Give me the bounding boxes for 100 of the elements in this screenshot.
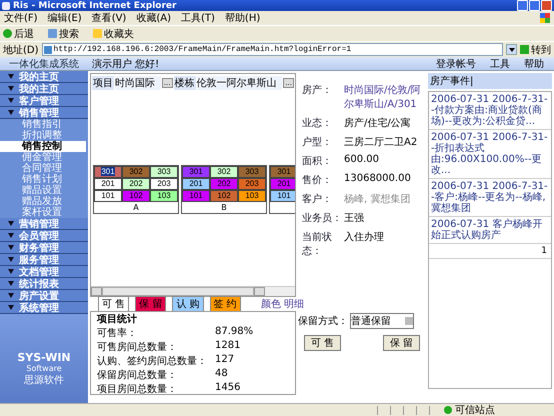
unit-cell[interactable]: 202 <box>122 178 150 190</box>
header-link[interactable]: 工具 <box>490 56 510 70</box>
retain-select[interactable]: 普通保留 <box>350 313 414 329</box>
detail-label: 面积： <box>302 155 333 168</box>
unit-cell[interactable]: 103 <box>238 190 266 202</box>
unit-cell[interactable]: 201 <box>94 178 122 190</box>
unit-cell[interactable]: 202 <box>210 178 238 190</box>
sidebar-item[interactable]: 房产设置 <box>0 290 88 302</box>
menu-item[interactable]: 帮助(H) <box>224 11 260 25</box>
event-entry[interactable]: 2006-07-31 2006-7-31--折扣表达式由:96.00X100.00%--更改... <box>429 130 551 179</box>
unit-cell[interactable]: 101 <box>182 190 210 202</box>
sidebar-item[interactable]: 会员管理 <box>0 230 88 242</box>
address-label: 地址(D) <box>3 44 39 56</box>
toolbar-button[interactable]: 搜索 <box>48 26 79 40</box>
menu-item[interactable]: 文件(F) <box>4 11 38 25</box>
stat-label: 可售房间总数量： <box>97 340 178 354</box>
sidebar-item[interactable]: 销售管理 <box>0 107 88 119</box>
stat-value: 48 <box>215 368 228 381</box>
sidebar-item[interactable]: 客户管理 <box>0 95 88 107</box>
unit-cell[interactable]: 302 <box>210 166 238 178</box>
stat-label: 认购、签约房间总数量： <box>97 354 208 368</box>
close-button[interactable] <box>541 0 552 11</box>
filter-field[interactable]: 时尚国际 <box>115 76 161 90</box>
unit-cell[interactable]: 103 <box>150 190 178 202</box>
menu-item[interactable]: 编辑(E) <box>48 11 82 25</box>
sidebar-item[interactable]: 营销管理 <box>0 218 88 230</box>
header-link[interactable]: 帮助 <box>524 56 544 70</box>
sidebar-subitem[interactable]: 销售控制 <box>0 141 86 152</box>
page-number: 1 <box>429 244 551 259</box>
detail-value: 房产/住宅/公寓 <box>344 116 412 130</box>
events-title: 房产事件| <box>428 73 552 89</box>
stat-value: 127 <box>215 354 234 367</box>
unit-cell[interactable]: 102 <box>122 190 150 202</box>
sidebar-item[interactable]: 统计报表 <box>0 278 88 290</box>
unit-cell[interactable]: 201 <box>270 178 295 190</box>
sidebar-item[interactable]: 我的主页 <box>0 83 88 95</box>
menu-item[interactable]: 收藏(A) <box>136 11 171 25</box>
legend-tag: 签 约 <box>210 296 241 312</box>
detail-value: 入住办理 <box>344 230 385 245</box>
detail-label: 业务员： <box>302 212 343 225</box>
unit-cell[interactable]: 303 <box>238 166 266 178</box>
legend-link[interactable]: 颜色 明细 <box>260 297 304 311</box>
toolbar-button[interactable]: 收藏夹 <box>93 26 134 40</box>
action-button[interactable]: 可 售 <box>304 335 342 351</box>
legend-tag: 可 售 <box>98 296 130 312</box>
sidebar-item[interactable]: 系统管理 <box>0 302 88 314</box>
stat-value: 1281 <box>215 340 240 353</box>
logo-local-name: 思源软件 <box>24 374 64 387</box>
go-button[interactable]: 转到 <box>520 42 551 56</box>
detail-label: 业态： <box>302 116 333 130</box>
sidebar-item[interactable]: 我的主页 <box>0 71 88 83</box>
sidebar-item[interactable]: 财务管理 <box>0 242 88 254</box>
unit-cell[interactable]: 203 <box>150 178 178 190</box>
horizontal-scrollbar[interactable] <box>91 286 295 296</box>
unit-cell[interactable]: 303 <box>150 166 178 178</box>
toolbar-button[interactable]: 后退 <box>3 26 34 40</box>
logo-brand: SYS-WIN <box>17 351 71 364</box>
minimize-button[interactable] <box>517 0 528 11</box>
event-entry[interactable]: 2006-07-31 2006-7-31--付款方案由:商业贷款(商场)--更改为:公积金贷... <box>429 92 551 130</box>
detail-value: 13068000.00 <box>344 173 412 186</box>
detail-link[interactable]: 时尚国际/伦敦/阿尔卑斯山/A/301 <box>344 83 426 111</box>
action-button[interactable]: 保 留 <box>382 335 420 351</box>
stat-value: 1456 <box>215 382 240 395</box>
unit-cell[interactable]: 102 <box>210 190 238 202</box>
unit-cell[interactable]: 301 <box>182 166 210 178</box>
unit-cell[interactable]: 301 <box>94 166 122 178</box>
unit-cell[interactable]: 101 <box>270 190 295 202</box>
triangle-icon <box>8 110 14 115</box>
stat-label: 保留房间总数量： <box>97 368 178 382</box>
windows-logo-icon <box>540 13 550 23</box>
unit-cell[interactable]: 201 <box>182 178 210 190</box>
unit-cell[interactable]: 302 <box>122 166 150 178</box>
unit-cell[interactable]: 101 <box>94 190 122 202</box>
filter-field[interactable]: 伦敦一阿尔卑斯山 <box>196 76 282 90</box>
building-name: B <box>221 202 227 212</box>
maximize-button[interactable] <box>529 0 540 11</box>
unit-cell[interactable]: 203 <box>238 178 266 190</box>
sidebar-item[interactable]: 文档管理 <box>0 266 88 278</box>
stats-title: 项目统计 <box>97 312 138 326</box>
dropdown-button[interactable] <box>506 44 517 55</box>
sidebar-item[interactable]: 服务管理 <box>0 254 88 266</box>
stat-label: 可售率： <box>97 326 138 340</box>
detail-label: 客户： <box>302 192 333 206</box>
event-entry[interactable]: 2006-07-31 2006-7-31--客户:杨峰--更名为--杨峰,冀想集团 <box>429 179 551 217</box>
app-name: 一体化集成系统 <box>8 58 80 70</box>
menu-item[interactable]: 工具(T) <box>181 11 215 25</box>
event-entry[interactable]: 2006-07-31 客户杨峰开始正式认购房产 <box>429 217 551 244</box>
header-link[interactable]: 登录帐号 <box>436 56 476 70</box>
address-field[interactable]: http://192.168.196.6:2003/FrameMain/FrameMain.htm?loginError=1 <box>42 43 503 56</box>
legend-tag: 认 购 <box>172 296 204 312</box>
zone-indicator: 可信站点 <box>444 403 524 416</box>
greeting-text: 演示用户 您好! <box>91 58 160 70</box>
unit-cell[interactable]: 301 <box>270 166 295 178</box>
menu-item[interactable]: 查看(V) <box>92 11 126 25</box>
detail-label: 当前状态： <box>302 230 333 258</box>
detail-label: 房产： <box>302 84 333 98</box>
retain-label: 保留方式： <box>298 314 348 328</box>
building-name: A <box>133 202 139 212</box>
stat-label: 项目房间总数量： <box>97 382 178 396</box>
detail-label: 售价： <box>302 174 333 187</box>
